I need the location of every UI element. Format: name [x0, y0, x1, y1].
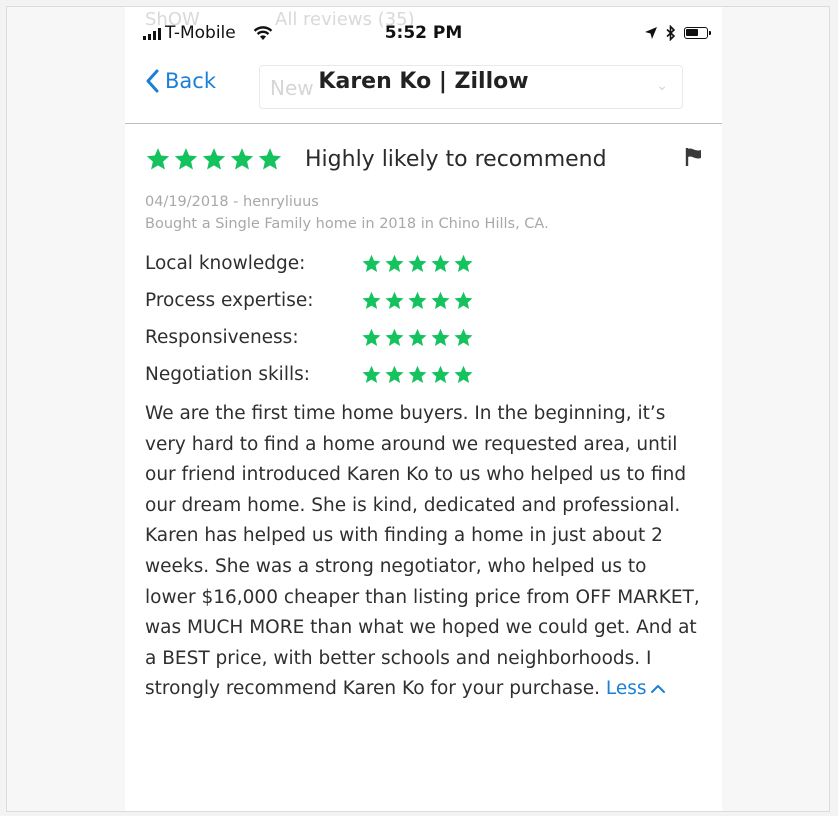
star-icon — [174, 148, 198, 170]
review-text: We are the first time home buyers. In th… — [145, 403, 700, 700]
phone-screen: ShOW All reviews (35) New ⌄ T-Mobile 5:5… — [125, 7, 722, 811]
star-icon — [362, 328, 381, 346]
status-right-icons — [644, 25, 711, 41]
status-bar: T-Mobile 5:52 PM — [125, 23, 722, 51]
location-arrow-icon — [645, 27, 657, 39]
rating-label: Responsiveness: — [145, 327, 299, 348]
status-time: 5:52 PM — [384, 23, 463, 43]
page-title: Karen Ko | Zillow — [318, 69, 529, 94]
chevron-up-icon — [650, 685, 665, 694]
battery-icon — [684, 27, 711, 39]
review-meta: 04/19/2018 - henryliuus Bought a Single … — [145, 191, 705, 235]
star-icon — [408, 328, 427, 346]
star-icon — [408, 291, 427, 309]
star-rating — [361, 364, 474, 385]
star-icon — [431, 291, 450, 309]
star-icon — [454, 328, 473, 346]
rating-label: Local knowledge: — [145, 253, 306, 274]
review-headline-row: Highly likely to recommend — [145, 139, 705, 179]
review-date-author: 04/19/2018 - henryliuus — [145, 194, 319, 210]
star-icon — [454, 254, 473, 272]
star-icon — [408, 254, 427, 272]
rating-label: Process expertise: — [145, 290, 314, 311]
rating-row-responsiveness: Responsiveness: — [145, 319, 705, 356]
star-icon — [385, 291, 404, 309]
star-icon — [431, 365, 450, 383]
nav-divider — [125, 123, 722, 124]
overall-star-rating — [145, 146, 283, 172]
star-rating — [361, 290, 474, 311]
rating-row-local-knowledge: Local knowledge: — [145, 245, 705, 282]
star-icon — [385, 254, 404, 272]
star-icon — [362, 365, 381, 383]
review-body: We are the first time home buyers. In th… — [145, 399, 701, 705]
screenshot-frame: ShOW All reviews (35) New ⌄ T-Mobile 5:5… — [6, 6, 830, 812]
star-icon — [362, 291, 381, 309]
rating-row-process-expertise: Process expertise: — [145, 282, 705, 319]
star-icon — [431, 254, 450, 272]
navigation-bar: Back Karen Ko | Zillow — [125, 57, 722, 117]
bluetooth-icon — [666, 25, 676, 41]
review-transaction: Bought a Single Family home in 2018 in C… — [145, 216, 549, 232]
less-label: Less — [605, 678, 647, 700]
less-button[interactable]: Less — [606, 678, 666, 699]
star-icon — [385, 328, 404, 346]
star-icon — [230, 148, 254, 170]
star-icon — [431, 328, 450, 346]
star-icon — [454, 291, 473, 309]
rating-row-negotiation-skills: Negotiation skills: — [145, 356, 705, 393]
star-icon — [408, 365, 427, 383]
star-icon — [362, 254, 381, 272]
flag-icon[interactable] — [685, 147, 703, 167]
star-icon — [202, 148, 226, 170]
star-icon — [146, 148, 170, 170]
star-icon — [454, 365, 473, 383]
rating-label: Negotiation skills: — [145, 364, 310, 385]
star-rating — [361, 327, 474, 348]
star-icon — [385, 365, 404, 383]
star-rating — [361, 253, 474, 274]
review-headline: Highly likely to recommend — [305, 146, 607, 172]
review-card: Highly likely to recommend 04/19/2018 - … — [145, 139, 705, 705]
sub-ratings: Local knowledge: Process expertise: Resp… — [145, 245, 705, 393]
star-icon — [258, 148, 282, 170]
